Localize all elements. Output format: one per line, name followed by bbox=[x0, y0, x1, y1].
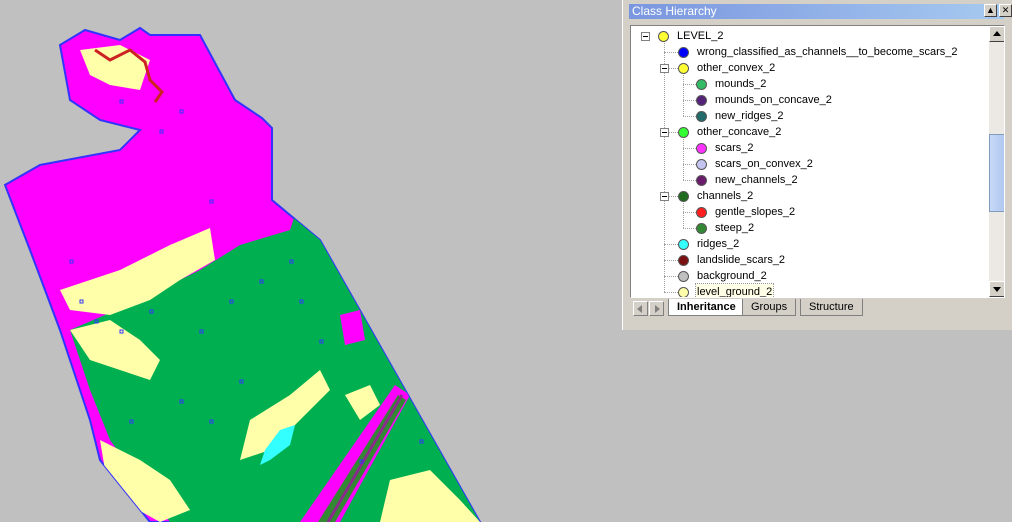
tree-item-label: new_channels_2 bbox=[715, 174, 798, 186]
tree-item-label: background_2 bbox=[697, 270, 767, 282]
tree-connector bbox=[683, 212, 696, 213]
tree-connector bbox=[683, 180, 696, 181]
class-color-icon bbox=[678, 254, 689, 266]
classification-map-view[interactable] bbox=[0, 0, 622, 522]
tree-item-label: mounds_on_concave_2 bbox=[715, 94, 832, 106]
class-color-icon bbox=[696, 110, 707, 122]
tree-connector bbox=[664, 36, 665, 292]
tree-item[interactable]: other_concave_2 bbox=[678, 124, 782, 140]
tree-item[interactable]: LEVEL_2 bbox=[658, 28, 724, 44]
collapse-toggle-icon[interactable] bbox=[660, 128, 669, 137]
tree-item-label: mounds_2 bbox=[715, 78, 767, 90]
chevron-left-icon bbox=[637, 305, 642, 313]
tree-item[interactable]: mounds_2 bbox=[696, 76, 767, 92]
minimize-button[interactable]: ▲ bbox=[984, 4, 997, 17]
tree-item[interactable]: new_channels_2 bbox=[696, 172, 799, 188]
collapse-toggle-icon[interactable] bbox=[641, 32, 650, 41]
class-color-icon bbox=[678, 238, 689, 250]
vertical-scrollbar[interactable] bbox=[989, 26, 1004, 297]
tree-item-label: new_ridges_2 bbox=[715, 110, 784, 122]
tree-item[interactable]: landslide_scars_2 bbox=[678, 252, 786, 268]
tree-connector bbox=[683, 100, 696, 101]
class-color-icon bbox=[658, 30, 669, 42]
class-hierarchy-panel: Class Hierarchy ▲ ✕ LEVEL_2 wrong_classif… bbox=[622, 0, 1012, 330]
tree-item[interactable]: gentle_slopes_2 bbox=[696, 204, 796, 220]
scroll-up-button[interactable] bbox=[989, 26, 1004, 42]
class-color-icon bbox=[678, 190, 689, 202]
tree-item[interactable]: other_convex_2 bbox=[678, 60, 776, 76]
tab-scroll-left-button[interactable] bbox=[633, 301, 648, 316]
region-scars-2 bbox=[275, 150, 305, 205]
tree-connector bbox=[664, 292, 678, 293]
tree-connector bbox=[664, 244, 678, 245]
tree-item-label: LEVEL_2 bbox=[677, 30, 724, 42]
tab-inheritance[interactable]: Inheritance bbox=[668, 299, 745, 316]
tree-item[interactable]: steep_2 bbox=[696, 220, 755, 236]
tree-item-label: other_concave_2 bbox=[697, 126, 782, 138]
tree-item-label: wrong_classified_as_channels__to_become_… bbox=[697, 46, 958, 58]
chevron-up-icon bbox=[993, 31, 1001, 36]
tree-item[interactable]: ridges_2 bbox=[678, 236, 740, 252]
tree-item[interactable]: scars_on_convex_2 bbox=[696, 156, 814, 172]
panel-tabs: Inheritance Groups Structure bbox=[630, 299, 1005, 319]
tree-item-label: steep_2 bbox=[715, 222, 755, 234]
panel-title: Class Hierarchy bbox=[632, 4, 717, 18]
class-color-icon bbox=[696, 94, 707, 106]
tree-item[interactable]: mounds_on_concave_2 bbox=[696, 92, 833, 108]
tree-item-label: gentle_slopes_2 bbox=[715, 206, 796, 218]
classified-image bbox=[3, 26, 482, 522]
tree-item-label: landslide_scars_2 bbox=[697, 254, 786, 266]
collapse-toggle-icon[interactable] bbox=[660, 64, 669, 73]
tab-groups[interactable]: Groups bbox=[742, 299, 797, 316]
scroll-thumb[interactable] bbox=[989, 134, 1004, 212]
tree-connector bbox=[683, 84, 696, 85]
class-color-icon bbox=[696, 206, 707, 218]
tree-connector bbox=[664, 276, 678, 277]
class-color-icon bbox=[696, 78, 707, 90]
tree-item-label: level_ground_2 bbox=[694, 283, 775, 297]
chevron-right-icon bbox=[655, 305, 660, 313]
tree-connector bbox=[683, 148, 696, 149]
class-color-icon bbox=[696, 142, 707, 154]
panel-titlebar[interactable]: Class Hierarchy bbox=[629, 4, 1004, 19]
close-button[interactable]: ✕ bbox=[999, 4, 1012, 17]
tree-item[interactable]: scars_2 bbox=[696, 140, 755, 156]
tree-item-label: ridges_2 bbox=[697, 238, 740, 250]
tree-item[interactable]: channels_2 bbox=[678, 188, 754, 204]
tab-scroll-right-button[interactable] bbox=[649, 301, 664, 316]
collapse-toggle-icon[interactable] bbox=[660, 192, 669, 201]
class-color-icon bbox=[678, 126, 689, 138]
class-color-icon bbox=[696, 174, 707, 186]
class-color-icon bbox=[696, 158, 707, 170]
scroll-down-button[interactable] bbox=[989, 281, 1004, 297]
tree-item-label: scars_on_convex_2 bbox=[715, 158, 813, 170]
tree-item[interactable]: level_ground_2 bbox=[678, 283, 775, 297]
tree-connector bbox=[683, 228, 696, 229]
tree-connector bbox=[664, 52, 678, 53]
tree-item[interactable]: new_ridges_2 bbox=[696, 108, 785, 124]
class-color-icon bbox=[678, 286, 689, 297]
tree-connector bbox=[683, 116, 696, 117]
tree-item-label: other_convex_2 bbox=[697, 62, 776, 74]
tree-item-label: scars_2 bbox=[715, 142, 754, 154]
tree-item-label: channels_2 bbox=[697, 190, 754, 202]
class-tree: LEVEL_2 wrong_classified_as_channels__to_… bbox=[631, 26, 989, 297]
class-color-icon bbox=[678, 46, 689, 58]
tree-item[interactable]: wrong_classified_as_channels__to_become_… bbox=[678, 44, 959, 60]
tree-item[interactable]: background_2 bbox=[678, 268, 768, 284]
class-tree-container: LEVEL_2 wrong_classified_as_channels__to_… bbox=[630, 25, 1005, 298]
class-color-icon bbox=[696, 222, 707, 234]
class-color-icon bbox=[678, 270, 689, 282]
tree-connector bbox=[683, 164, 696, 165]
tree-connector bbox=[664, 260, 678, 261]
class-color-icon bbox=[678, 62, 689, 74]
chevron-down-icon bbox=[993, 287, 1001, 292]
tab-structure[interactable]: Structure bbox=[800, 299, 863, 316]
